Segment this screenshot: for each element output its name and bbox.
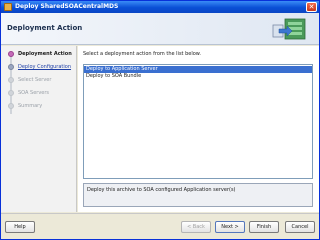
deploy-dialog: Deploy SharedSOACentralMDS ✕ Deployment …	[0, 0, 320, 240]
step-select-server: Select Server	[18, 77, 52, 83]
instruction-text: Select a deployment action from the list…	[83, 51, 202, 57]
list-item-deploy-to-soa-bundle[interactable]: Deploy to SOA Bundle	[84, 73, 312, 80]
wizard-steps: Deployment Action Deploy Configuration S…	[1, 46, 77, 212]
help-button[interactable]: Help	[5, 221, 35, 233]
step-deploy-configuration[interactable]: Deploy Configuration	[18, 63, 71, 71]
deployment-action-list[interactable]: Deploy to Application Server Deploy to S…	[83, 64, 313, 179]
step-icon	[8, 64, 14, 70]
page-title: Deployment Action	[7, 24, 83, 32]
step-icon	[8, 90, 14, 96]
page-header: Deployment Action	[1, 13, 319, 45]
cancel-button[interactable]: Cancel	[285, 221, 315, 233]
deploy-graphic-icon	[272, 18, 306, 40]
app-icon	[4, 3, 12, 11]
window-title: Deploy SharedSOACentralMDS	[15, 3, 119, 10]
step-active-icon	[8, 51, 14, 57]
back-button[interactable]: < Back	[181, 221, 211, 233]
main-panel: Select a deployment action from the list…	[78, 46, 319, 212]
title-bar[interactable]: Deploy SharedSOACentralMDS ✕	[1, 1, 319, 13]
step-summary: Summary	[18, 103, 43, 109]
list-item-deploy-to-application-server[interactable]: Deploy to Application Server	[84, 66, 312, 73]
action-description: Deploy this archive to SOA configured Ap…	[83, 183, 313, 207]
step-soa-servers: SOA Servers	[18, 90, 50, 96]
finish-button[interactable]: Finish	[249, 221, 279, 233]
next-button[interactable]: Next >	[215, 221, 245, 233]
step-icon	[8, 103, 14, 109]
button-bar: Help < Back Next > Finish Cancel	[1, 213, 319, 239]
close-icon[interactable]: ✕	[306, 2, 317, 12]
step-deployment-action: Deployment Action	[18, 51, 72, 57]
step-icon	[8, 77, 14, 83]
